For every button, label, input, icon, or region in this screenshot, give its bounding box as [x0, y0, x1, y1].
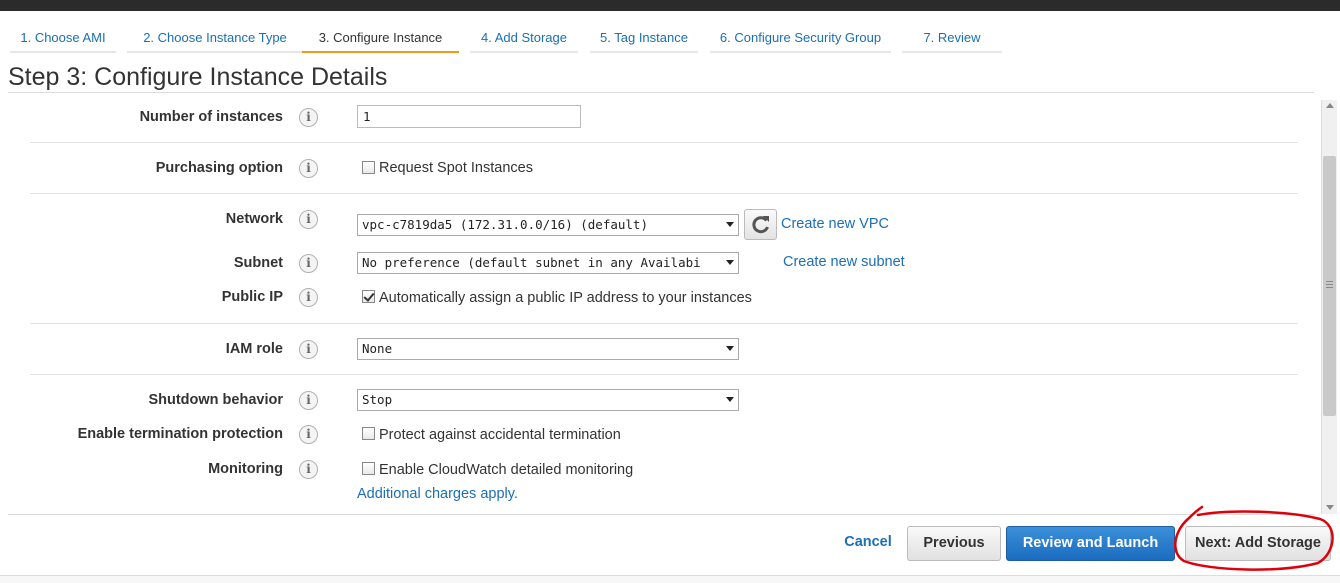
configure-form: Number of instances i 1 Purchasing optio… [0, 95, 1340, 515]
auto-assign-public-ip-checkbox[interactable] [362, 290, 375, 303]
create-new-subnet-link[interactable]: Create new subnet [783, 254, 905, 270]
iam-role-select-value: None [362, 341, 393, 356]
row-divider [30, 374, 1298, 375]
monitoring-label: Monitoring [208, 461, 283, 477]
public-ip-label: Public IP [221, 289, 283, 305]
previous-button[interactable]: Previous [907, 526, 1001, 561]
footer-divider [8, 514, 1314, 515]
scroll-down-arrow-icon[interactable] [1326, 505, 1334, 510]
request-spot-instances-label: Request Spot Instances [379, 160, 533, 176]
network-select[interactable]: vpc-c7819da5 (172.31.0.0/16) (default) [357, 214, 739, 236]
chevron-down-icon [726, 260, 734, 265]
tab-add-storage[interactable]: 4. Add Storage [470, 24, 578, 53]
cancel-button[interactable]: Cancel [838, 526, 898, 561]
cloudwatch-monitoring-checkbox[interactable] [362, 462, 375, 475]
info-icon[interactable]: i [299, 159, 318, 178]
termination-protection-label: Enable termination protection [77, 426, 283, 442]
additional-charges-link[interactable]: Additional charges apply. [357, 486, 518, 502]
subnet-select-value: No preference (default subnet in any Ava… [362, 255, 701, 270]
scroll-thumb[interactable] [1323, 156, 1336, 416]
shutdown-behavior-select-value: Stop [362, 392, 393, 407]
subnet-select[interactable]: No preference (default subnet in any Ava… [357, 252, 739, 274]
chevron-down-icon [726, 222, 734, 227]
top-nav-bar [0, 0, 1340, 11]
info-icon[interactable]: i [299, 254, 318, 273]
shutdown-behavior-select[interactable]: Stop [357, 389, 739, 411]
network-label: Network [225, 211, 283, 227]
title-divider [8, 92, 1314, 93]
termination-protection-text: Protect against accidental termination [379, 427, 621, 443]
iam-role-select[interactable]: None [357, 338, 739, 360]
row-divider [30, 323, 1298, 324]
tab-choose-ami[interactable]: 1. Choose AMI [10, 24, 116, 53]
chevron-down-icon [726, 397, 734, 402]
review-and-launch-button[interactable]: Review and Launch [1006, 526, 1175, 561]
tab-configure-security-group[interactable]: 6. Configure Security Group [710, 24, 891, 53]
purchasing-option-label: Purchasing option [155, 160, 283, 176]
form-scrollbar[interactable] [1321, 100, 1337, 514]
shutdown-behavior-label: Shutdown behavior [148, 392, 283, 408]
next-add-storage-button[interactable]: Next: Add Storage [1185, 526, 1331, 561]
row-divider [30, 193, 1298, 194]
chevron-down-icon [726, 346, 734, 351]
create-new-vpc-link[interactable]: Create new VPC [781, 216, 889, 232]
info-icon[interactable]: i [299, 425, 318, 444]
tab-review[interactable]: 7. Review [902, 24, 1002, 53]
tab-choose-instance-type[interactable]: 2. Choose Instance Type [127, 24, 303, 53]
number-of-instances-label: Number of instances [139, 109, 283, 125]
tab-configure-instance[interactable]: 3. Configure Instance [302, 24, 459, 53]
request-spot-instances-checkbox[interactable] [362, 161, 375, 174]
cloudwatch-monitoring-text: Enable CloudWatch detailed monitoring [379, 462, 634, 478]
row-divider [30, 142, 1298, 143]
number-of-instances-input[interactable]: 1 [357, 105, 581, 128]
info-icon[interactable]: i [299, 210, 318, 229]
refresh-button[interactable] [744, 209, 777, 240]
page-title: Step 3: Configure Instance Details [8, 63, 388, 91]
auto-assign-public-ip-label: Automatically assign a public IP address… [379, 290, 752, 306]
refresh-icon [752, 216, 769, 234]
grip-icon [1326, 281, 1333, 288]
info-icon[interactable]: i [299, 108, 318, 127]
info-icon[interactable]: i [299, 460, 318, 479]
subnet-label: Subnet [233, 255, 283, 271]
tab-tag-instance[interactable]: 5. Tag Instance [590, 24, 698, 53]
termination-protection-checkbox[interactable] [362, 427, 375, 440]
info-icon[interactable]: i [299, 288, 318, 307]
info-icon[interactable]: i [299, 340, 318, 359]
info-icon[interactable]: i [299, 391, 318, 410]
iam-role-label: IAM role [225, 341, 283, 357]
page-bottom-bar [0, 575, 1340, 583]
scroll-up-arrow-icon[interactable] [1326, 103, 1334, 108]
network-select-value: vpc-c7819da5 (172.31.0.0/16) (default) [362, 217, 648, 232]
